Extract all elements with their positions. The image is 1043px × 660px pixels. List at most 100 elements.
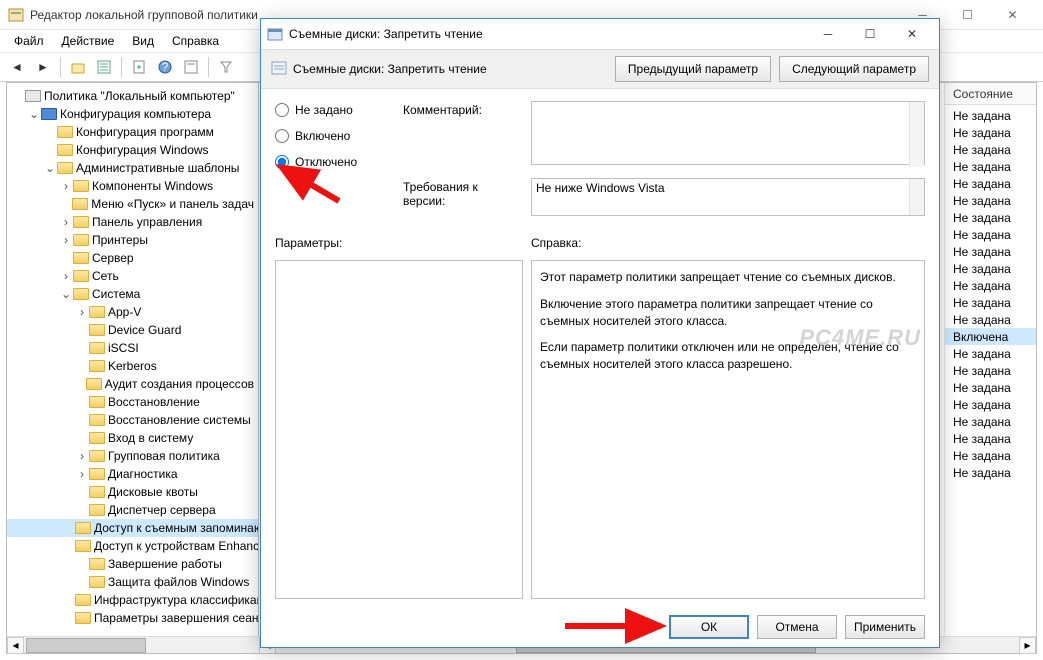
state-item[interactable]: Не задана (945, 141, 1036, 158)
tree-item[interactable]: Меню «Пуск» и панель задач (7, 195, 258, 213)
tree-item[interactable]: Инфраструктура классификации (7, 591, 258, 609)
apply-button[interactable]: Применить (845, 615, 925, 639)
tree-item[interactable]: ⌄Конфигурация компьютера (7, 105, 258, 123)
dialog-maximize-button[interactable]: ☐ (849, 20, 891, 48)
up-button[interactable] (67, 56, 89, 78)
state-item[interactable]: Не задана (945, 243, 1036, 260)
list-button[interactable] (93, 56, 115, 78)
tree-item[interactable]: ⌄Система (7, 285, 258, 303)
next-setting-button[interactable]: Следующий параметр (779, 56, 929, 82)
dialog-close-button[interactable]: ✕ (891, 20, 933, 48)
tree-item[interactable]: Kerberos (7, 357, 258, 375)
state-item[interactable]: Не задана (945, 413, 1036, 430)
state-item[interactable]: Не задана (945, 447, 1036, 464)
comment-textarea[interactable] (531, 101, 925, 165)
dialog-minimize-button[interactable]: ─ (807, 20, 849, 48)
menu-file[interactable]: Файл (6, 32, 52, 50)
tree-item[interactable]: Восстановление (7, 393, 258, 411)
tree-twisty-icon[interactable]: › (59, 179, 73, 193)
properties-button[interactable] (180, 56, 202, 78)
state-item[interactable]: Не задана (945, 464, 1036, 481)
tree-item[interactable]: Сервер (7, 249, 258, 267)
help-button[interactable]: ? (154, 56, 176, 78)
radio-enabled-input[interactable] (275, 129, 289, 143)
state-item[interactable]: Не задана (945, 209, 1036, 226)
tree-item[interactable]: Конфигурация программ (7, 123, 258, 141)
ok-button[interactable]: ОК (669, 615, 749, 639)
scrollbar[interactable] (909, 179, 924, 215)
radio-not-configured-input[interactable] (275, 103, 289, 117)
tree-item[interactable]: Доступ к съемным запоминающим устройства… (7, 519, 258, 537)
filter-button[interactable] (215, 56, 237, 78)
policy-tree[interactable]: Политика "Локальный компьютер"⌄Конфигура… (7, 87, 258, 627)
radio-disabled[interactable]: Отключено (275, 155, 395, 169)
state-column-header[interactable]: Состояние (945, 83, 1036, 105)
tree-twisty-icon[interactable]: ⌄ (27, 107, 41, 121)
dialog-titlebar[interactable]: Съемные диски: Запретить чтение ─ ☐ ✕ (261, 19, 939, 49)
state-item[interactable]: Включена (945, 328, 1036, 345)
tree-item[interactable]: Дисковые квоты (7, 483, 258, 501)
scroll-thumb[interactable] (26, 638, 146, 653)
state-item[interactable]: Не задана (945, 362, 1036, 379)
state-item[interactable]: Не задана (945, 311, 1036, 328)
menu-action[interactable]: Действие (54, 32, 123, 50)
state-item[interactable]: Не задана (945, 226, 1036, 243)
tree-item[interactable]: Восстановление системы (7, 411, 258, 429)
tree-twisty-icon[interactable]: › (75, 305, 89, 319)
tree-item[interactable]: ›Диагностика (7, 465, 258, 483)
tree-twisty-icon[interactable]: ⌄ (43, 161, 57, 175)
state-item[interactable]: Не задана (945, 124, 1036, 141)
tree-item[interactable]: Политика "Локальный компьютер" (7, 87, 258, 105)
tree-twisty-icon[interactable]: ⌄ (59, 287, 73, 301)
tree-twisty-icon[interactable]: › (59, 215, 73, 229)
tree-twisty-icon[interactable]: › (59, 233, 73, 247)
state-item[interactable]: Не задана (945, 379, 1036, 396)
tree-item[interactable]: Защита файлов Windows (7, 573, 258, 591)
scrollbar[interactable] (909, 102, 924, 167)
menu-help[interactable]: Справка (164, 32, 227, 50)
tree-item[interactable]: ›App-V (7, 303, 258, 321)
back-button[interactable]: ◄ (6, 56, 28, 78)
main-maximize-button[interactable]: ☐ (945, 0, 990, 30)
state-item[interactable]: Не задана (945, 345, 1036, 362)
scroll-right-icon[interactable]: ▸ (1019, 637, 1036, 654)
export-button[interactable] (128, 56, 150, 78)
tree-item[interactable]: Доступ к устройствам Enhanced Storage (7, 537, 258, 555)
tree-item[interactable]: Вход в систему (7, 429, 258, 447)
tree-twisty-icon[interactable]: › (59, 269, 73, 283)
tree-item[interactable]: Завершение работы (7, 555, 258, 573)
tree-pane[interactable]: Политика "Локальный компьютер"⌄Конфигура… (7, 83, 259, 653)
state-item[interactable]: Не задана (945, 175, 1036, 192)
tree-item[interactable]: Аудит создания процессов (7, 375, 258, 393)
state-item[interactable]: Не задана (945, 430, 1036, 447)
tree-item[interactable]: ›Принтеры (7, 231, 258, 249)
forward-button[interactable]: ► (32, 56, 54, 78)
tree-item[interactable]: ›Сеть (7, 267, 258, 285)
tree-item[interactable]: Параметры завершения сеанса (7, 609, 258, 627)
tree-item[interactable]: ›Компоненты Windows (7, 177, 258, 195)
radio-enabled[interactable]: Включено (275, 129, 395, 143)
tree-item[interactable]: ›Групповая политика (7, 447, 258, 465)
tree-twisty-icon[interactable]: › (75, 449, 89, 463)
tree-item[interactable]: ⌄Административные шаблоны (7, 159, 258, 177)
menu-view[interactable]: Вид (124, 32, 162, 50)
state-item[interactable]: Не задана (945, 107, 1036, 124)
state-item[interactable]: Не задана (945, 158, 1036, 175)
state-item[interactable]: Не задана (945, 396, 1036, 413)
tree-hscroll[interactable]: ◂ ▸ (7, 636, 259, 653)
tree-item[interactable]: Device Guard (7, 321, 258, 339)
state-item[interactable]: Не задана (945, 192, 1036, 209)
scroll-left-icon[interactable]: ◂ (7, 637, 24, 654)
tree-item[interactable]: iSCSI (7, 339, 258, 357)
state-item[interactable]: Не задана (945, 277, 1036, 294)
radio-not-configured[interactable]: Не задано (275, 103, 395, 117)
tree-item[interactable]: ›Панель управления (7, 213, 258, 231)
radio-disabled-input[interactable] (275, 155, 289, 169)
state-item[interactable]: Не задана (945, 260, 1036, 277)
main-close-button[interactable]: ✕ (990, 0, 1035, 30)
tree-twisty-icon[interactable]: › (75, 467, 89, 481)
tree-item[interactable]: Конфигурация Windows (7, 141, 258, 159)
previous-setting-button[interactable]: Предыдущий параметр (615, 56, 771, 82)
state-item[interactable]: Не задана (945, 294, 1036, 311)
cancel-button[interactable]: Отмена (757, 615, 837, 639)
